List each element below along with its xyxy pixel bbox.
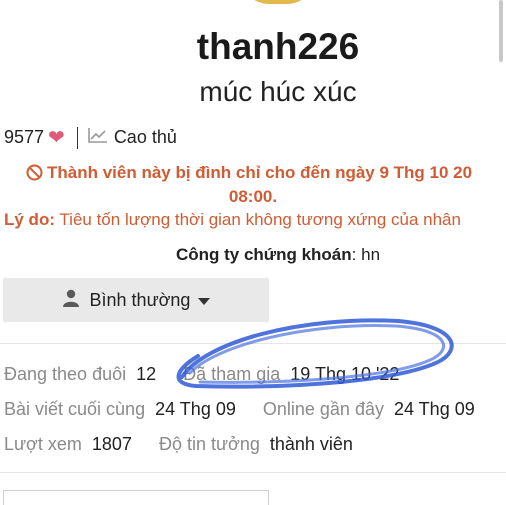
caret-down-icon xyxy=(198,290,211,311)
suspension-reason: Lý do: Tiêu tốn lượng thời gian không tư… xyxy=(4,210,461,230)
broker-value: hn xyxy=(361,245,381,264)
dropdown-label: Bình thường xyxy=(89,289,191,310)
broker-colon: : xyxy=(351,245,362,264)
online-label: Online gần đây xyxy=(262,399,384,419)
views-value: 1807 xyxy=(91,434,132,454)
section-divider xyxy=(0,343,506,344)
trust-value: thành viên xyxy=(269,434,353,454)
info-row-following-joined: Đang theo đuôi 12 Đã tham gia 19 Thg 10 … xyxy=(4,364,399,385)
last-post-label: Bài viết cuối cùng xyxy=(4,399,146,419)
views-label: Lượt xem xyxy=(4,434,82,454)
rank-label[interactable]: Cao thủ xyxy=(114,127,177,148)
online-value: 24 Thg 09 xyxy=(393,399,475,419)
joined-label: Đã tham gia xyxy=(183,364,281,384)
broker-label: Công ty chứng khoán xyxy=(175,245,352,264)
reason-text: Tiêu tốn lượng thời gian không tương xứn… xyxy=(59,210,461,229)
info-row-views-trust: Lượt xem 1807 Độ tin tưởng thành viên xyxy=(4,434,353,455)
person-icon xyxy=(62,289,80,312)
bottom-button[interactable] xyxy=(3,490,269,505)
heart-icon: ❤ xyxy=(48,127,65,149)
divider xyxy=(76,126,78,149)
broker-field: Công ty chứng khoán: hn xyxy=(0,245,506,265)
trust-label: Độ tin tưởng xyxy=(158,434,260,454)
reason-label: Lý do: xyxy=(4,210,55,229)
user-stats-line: 9577 ❤ Cao thủ xyxy=(4,125,177,150)
suspension-notice: Thành viên này bị đình chỉ cho đến ngày … xyxy=(26,163,472,186)
following-value[interactable]: 12 xyxy=(136,364,156,384)
ban-icon xyxy=(26,164,43,186)
info-row-lastpost-online: Bài viết cuối cùng 24 Thg 09 Online gần … xyxy=(4,399,475,420)
following-label: Đang theo đuôi xyxy=(4,364,127,384)
suspension-time: 08:00. xyxy=(228,187,278,206)
chart-icon xyxy=(88,127,108,148)
notification-dropdown[interactable]: Bình thường xyxy=(3,278,269,322)
username: thanh226 xyxy=(196,26,360,67)
suspension-text: Thành viên này bị đình chỉ cho đến ngày … xyxy=(47,163,473,182)
user-title: múc húc xúc xyxy=(199,76,357,107)
section-divider-bottom xyxy=(0,472,506,473)
last-post-value: 24 Thg 09 xyxy=(155,399,236,419)
avatar[interactable] xyxy=(238,0,318,4)
joined-value: 19 Thg 10 '22 xyxy=(290,364,400,384)
likes-count: 9577 xyxy=(4,127,45,147)
